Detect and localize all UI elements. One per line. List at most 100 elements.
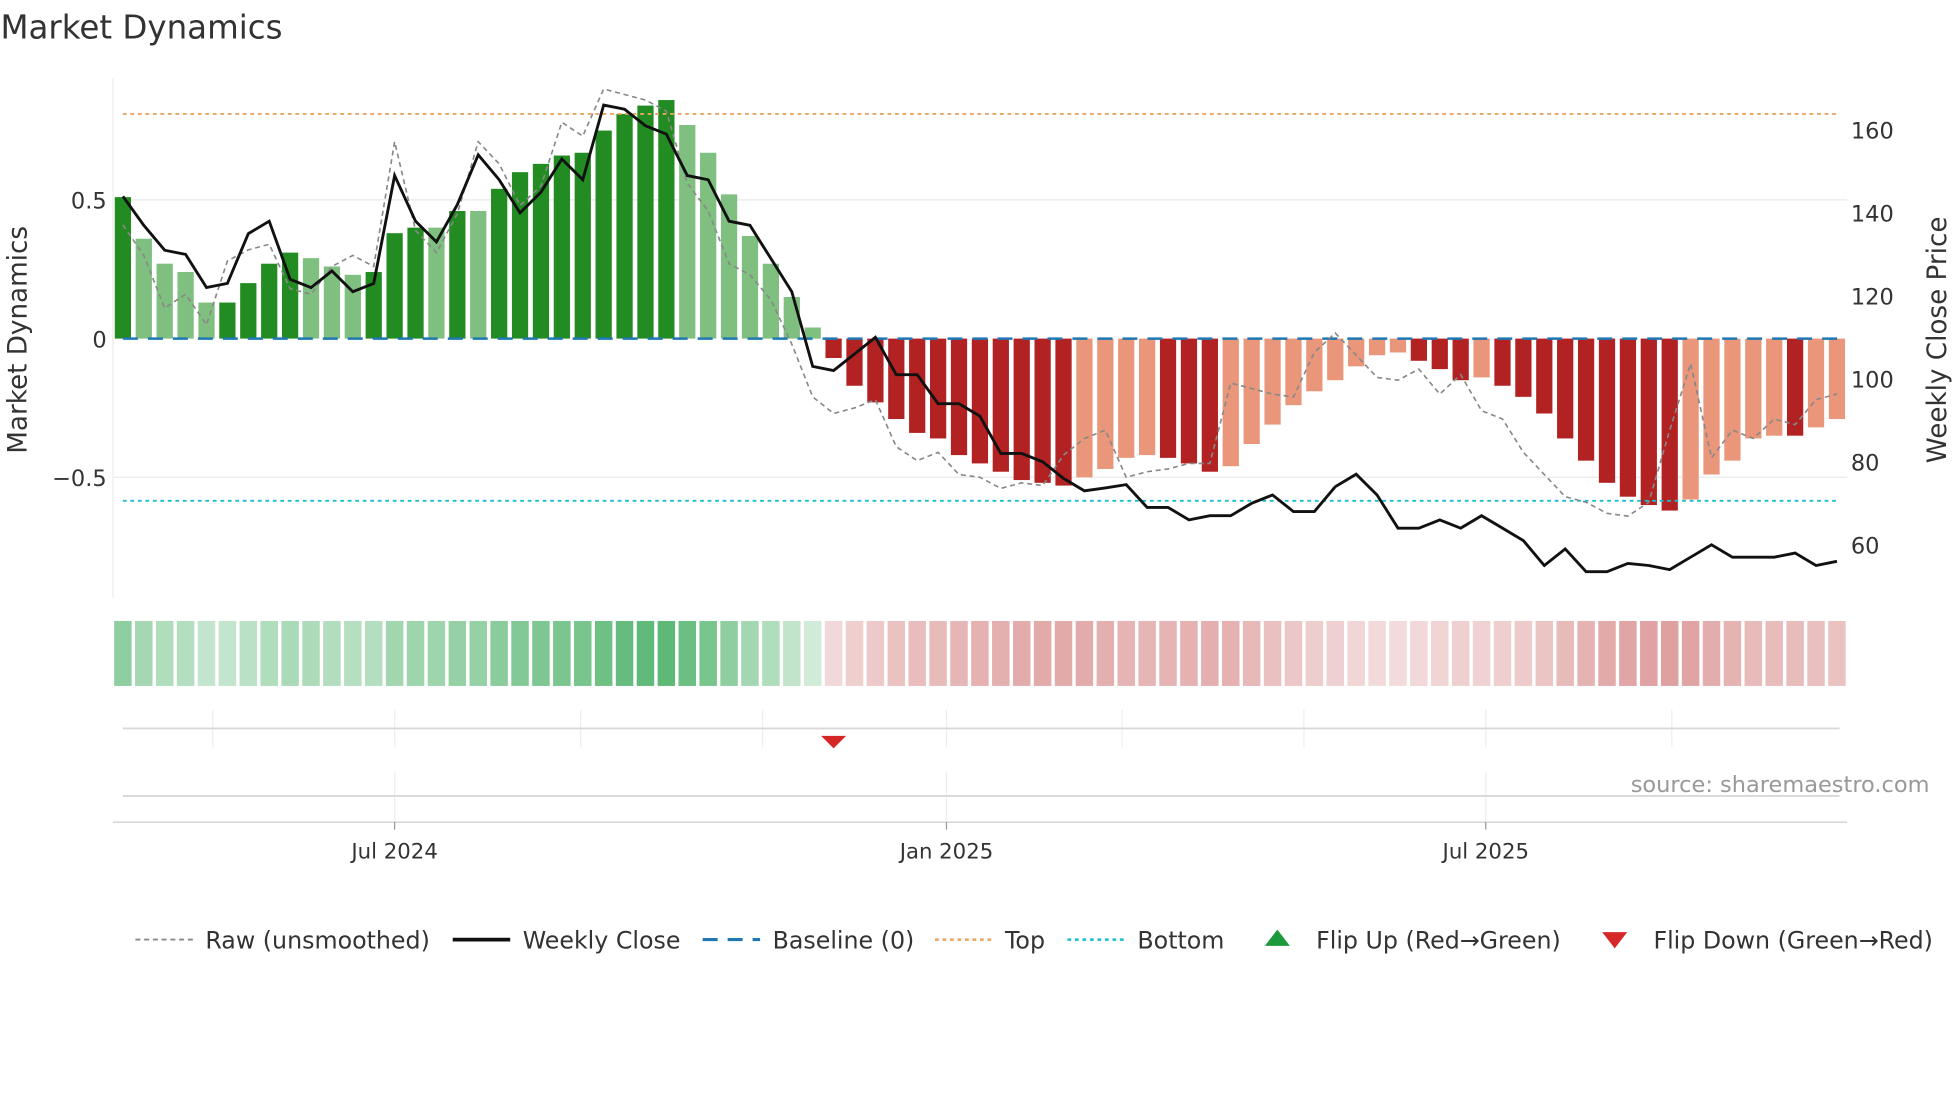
chart-title: Market Dynamics [0,9,282,47]
legend-label: Weekly Close [523,926,681,954]
strip-cell [615,620,634,686]
strip-cell [741,620,759,686]
strip-cell [406,620,425,686]
strip-cell [281,620,299,686]
dynamics-bar [909,338,926,433]
market-dynamics-chart: Market Dynamics 0.5 0 −0.5 160 140 120 100 80 6… [0,9,1953,955]
dynamics-bar [1410,338,1427,361]
strip-cell [1828,620,1846,686]
dynamics-bar [1013,338,1030,481]
dynamics-bar [491,188,508,339]
dynamics-bar [595,130,612,339]
y2-tick-label: 80 [1851,451,1880,477]
legend: Raw (unsmoothed) Weekly Close Baseline (0)… [135,926,1933,954]
strip-cell [1451,620,1470,686]
strip-cell [1159,620,1177,686]
strip-cell [1577,620,1595,686]
strip-cell [636,620,655,686]
strip-cell [845,620,864,686]
x-axis: Jul 2024 Jan 2025 Jul 2025 [349,822,1529,864]
strip-cell [950,620,968,686]
dynamics-bar [846,338,863,386]
strip-cell [448,620,467,686]
y2-tick-label: 120 [1851,285,1894,311]
y2-axis: 160 140 120 100 80 60 [1851,119,1894,560]
dynamics-bar [1661,338,1678,511]
triangle-down-icon [1602,932,1628,949]
strip-cell [1493,620,1512,686]
dynamics-bar [1159,338,1177,458]
heat-strip [114,620,1846,686]
strip-cell [553,620,571,686]
strip-cell [239,620,258,686]
strip-cell [1598,620,1616,686]
strip-cell [866,620,885,686]
strip-cell [574,620,592,686]
strip-cell [887,620,906,686]
y2-axis-label: Weekly Close Price [1923,217,1953,464]
y2-tick-label: 60 [1851,533,1880,559]
strip-cell [1556,620,1574,686]
strip-cell [971,620,989,686]
triangle-up-icon [1264,929,1290,946]
strip-cell [1033,620,1052,686]
dynamics-bar [888,338,905,420]
legend-label: Baseline (0) [773,926,915,954]
dynamics-bar [1327,338,1344,381]
strip-cell [1138,620,1156,686]
strip-cell [197,620,216,686]
x-tick-label: Jul 2025 [1441,839,1529,864]
flip-down-marker [821,735,847,749]
dynamics-bar [1118,338,1135,458]
strip-cell [1702,620,1721,686]
strip-cell [1201,620,1219,686]
strip-cell [908,620,926,686]
strip-cell [783,620,801,686]
dynamics-bar [929,338,947,439]
dynamics-bar [407,227,424,339]
strip-cell [1389,620,1407,686]
dynamics-bar [1577,338,1595,461]
strip-cell [1640,620,1658,686]
dynamics-bar [971,338,989,464]
dynamics-bar [1494,338,1511,386]
source-label: source: sharemaestro.com [1631,772,1930,798]
legend-item-baseline: Baseline (0) [702,926,915,954]
dynamics-bar [1640,338,1657,506]
strip-cell [427,620,446,686]
dynamics-bar [1598,338,1616,483]
strip-cell [1619,620,1637,686]
strip-cell [1075,620,1094,686]
strip-cell [1054,620,1073,686]
dynamics-bar [1724,338,1741,461]
dynamics-bar [1745,338,1762,439]
strip-cell [1660,620,1679,686]
dynamics-bar [1139,338,1156,456]
strip-cell [1180,620,1198,686]
dynamics-bar [1515,338,1532,397]
strip-cell [1514,620,1533,686]
strip-cell [364,620,383,686]
dynamics-bar [783,296,800,339]
dynamics-bar [1243,338,1260,444]
dynamics-bar [1368,338,1386,356]
dynamics-bar [198,302,215,339]
dynamics-bar [302,258,320,339]
y-tick-label: −0.5 [52,466,107,492]
strip-cell [762,620,780,686]
legend-item-flipdown: Flip Down (Green→Red) [1602,926,1933,954]
strip-cell [1012,620,1031,686]
strip-cell [260,620,278,686]
dynamics-bar [511,172,529,339]
dynamics-bar [261,263,278,339]
strip-cell [720,620,738,686]
strip-cell [114,620,132,686]
strip-cell [929,620,947,686]
strip-cell [385,620,404,686]
dynamics-bar [637,105,654,339]
dynamics-bar [114,197,132,339]
dynamics-bar [1807,338,1825,428]
strip-cell [1305,620,1324,686]
legend-item-bottom: Bottom [1067,926,1224,954]
dynamics-bar [1055,338,1072,486]
